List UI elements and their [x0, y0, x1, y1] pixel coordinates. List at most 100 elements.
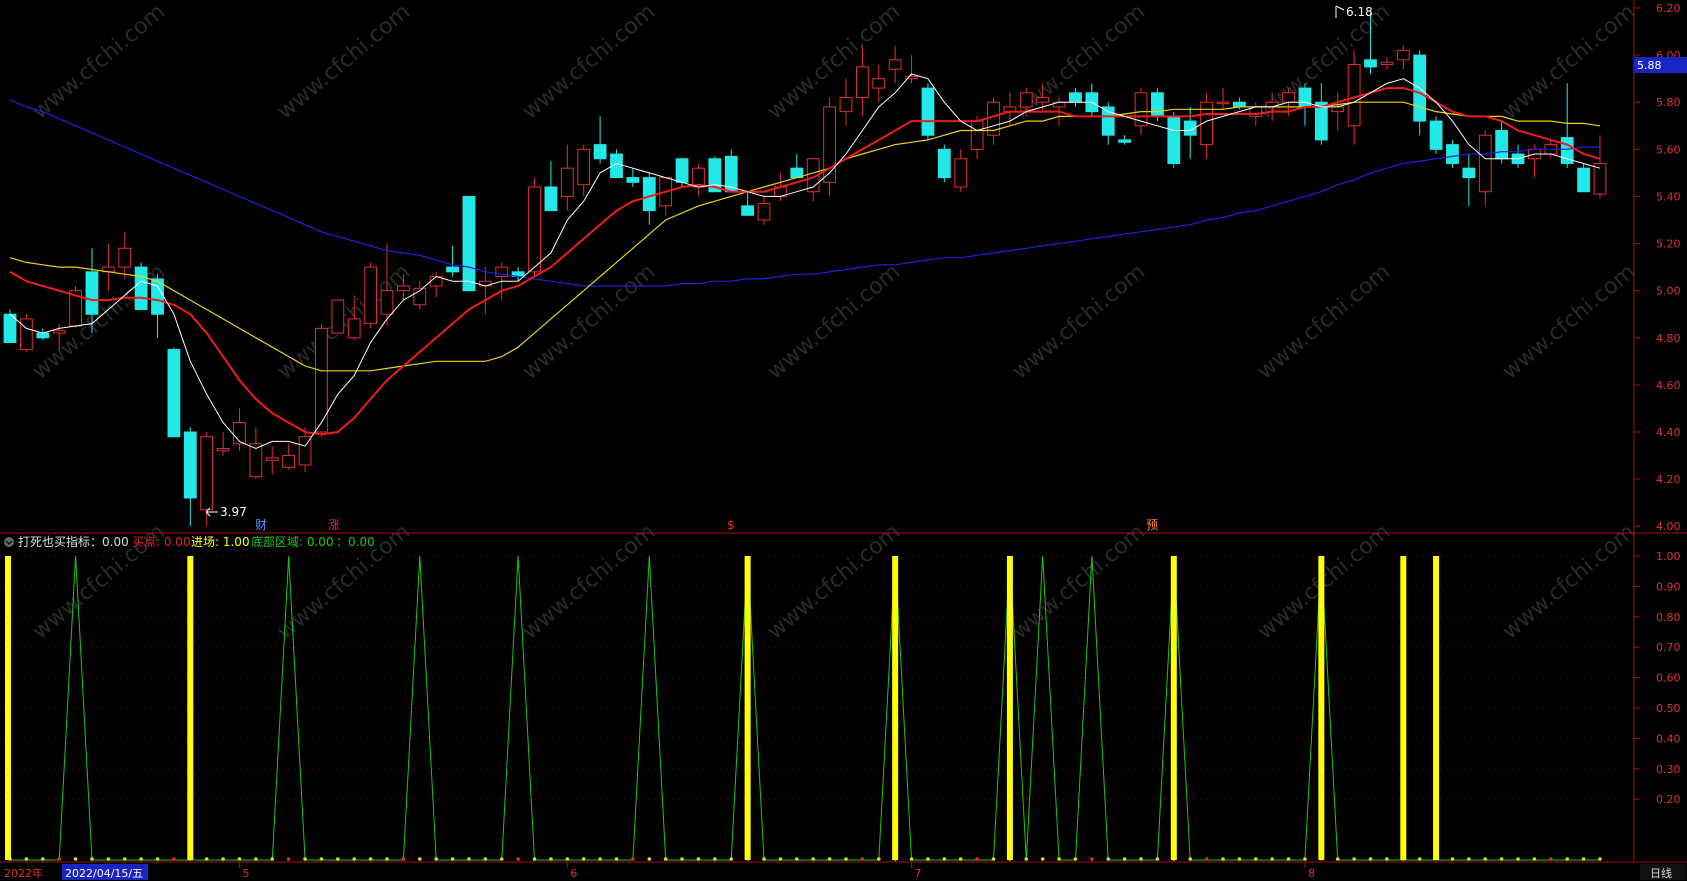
baseline-dot — [106, 857, 111, 861]
candle-up — [888, 59, 902, 70]
baseline-dot — [1581, 857, 1586, 861]
candle-up — [855, 66, 869, 99]
indicator-tick-label: 0.60 — [1656, 672, 1681, 685]
baseline-dot — [958, 857, 963, 861]
baseline-dot — [122, 857, 127, 861]
baseline-dot — [1204, 857, 1209, 861]
baseline-dot — [663, 857, 668, 861]
indicator-tick-label: 0.90 — [1656, 580, 1681, 593]
extra-value-label: ：0.00 — [336, 535, 375, 549]
baseline-dot — [565, 857, 570, 861]
baseline-dot — [90, 857, 94, 861]
baseline-dot — [1040, 857, 1045, 861]
baseline-dot — [254, 857, 258, 861]
candle-down — [593, 144, 607, 160]
candle-down — [36, 332, 50, 339]
event-marker-forecast[interactable]: 预 — [1146, 518, 1158, 532]
indicator-tick-label: 0.50 — [1656, 702, 1681, 715]
event-marker-finance[interactable]: 财 — [255, 518, 267, 532]
baseline-dot — [1385, 857, 1389, 861]
baseline-dot — [368, 857, 373, 861]
candle-up — [1216, 101, 1230, 105]
candle-down — [1151, 92, 1164, 117]
candle-up — [1396, 49, 1410, 61]
indicator-title: 打死也买指标：0.00 — [18, 534, 129, 549]
baseline-dot — [1057, 857, 1061, 861]
baseline-dot — [1237, 857, 1242, 861]
entry-signal-bar — [1170, 556, 1177, 860]
baseline-dot — [991, 857, 996, 861]
baseline-dot — [1155, 857, 1160, 861]
high-label: 6.18 — [1346, 5, 1373, 19]
indicator-tick-label: 0.40 — [1656, 732, 1681, 745]
candle-up — [118, 247, 132, 268]
baseline-dot — [844, 857, 848, 861]
candle-down — [642, 177, 656, 212]
baseline-dot — [73, 857, 78, 861]
baseline-dot — [631, 857, 635, 861]
baseline-dot — [647, 857, 652, 861]
candle-up — [839, 97, 853, 113]
event-marker-dollar[interactable]: $ — [727, 518, 735, 532]
baseline-dot — [516, 857, 520, 861]
event-marker-rise[interactable]: 涨 — [328, 517, 340, 532]
indicator-tick-label: 0.70 — [1656, 641, 1681, 654]
candle-down — [446, 266, 459, 273]
baseline-dot — [385, 857, 389, 861]
candle-down — [937, 148, 951, 179]
candle-down — [3, 313, 17, 343]
baseline-dot — [827, 857, 832, 861]
month-label: 8 — [1308, 867, 1315, 880]
baseline-dot — [483, 857, 488, 861]
bottom-zone-label: 底部区域: 0.00 — [251, 534, 334, 549]
baseline-dot — [270, 857, 275, 861]
candle-down — [675, 158, 689, 183]
candle-up — [1019, 92, 1033, 108]
candle-down — [1364, 59, 1377, 68]
candle-up — [970, 120, 984, 150]
candle-up — [528, 186, 541, 273]
low-label: 3.97 — [220, 505, 247, 519]
baseline-dot — [975, 857, 979, 861]
baseline-dot — [1467, 857, 1471, 861]
price-tick-label: 6.20 — [1656, 2, 1681, 15]
candle-down — [167, 349, 181, 438]
period-button[interactable]: 日线 — [1650, 866, 1672, 880]
baseline-dot — [40, 857, 45, 861]
entry-signal-bar — [187, 556, 194, 860]
candle-down — [921, 87, 935, 136]
price-tick-label: 5.60 — [1656, 143, 1681, 156]
baseline-dot — [24, 857, 29, 861]
price-tick-label: 4.60 — [1656, 379, 1681, 392]
candle-up — [19, 318, 33, 351]
baseline-dot — [1106, 857, 1111, 861]
candle-down — [1429, 120, 1443, 150]
baseline-dot — [762, 857, 766, 861]
price-tick-label: 5.80 — [1656, 96, 1681, 109]
candle-up — [397, 285, 410, 292]
baseline-dot — [1352, 857, 1356, 861]
baseline-dot — [237, 857, 242, 861]
baseline-dot — [336, 857, 340, 861]
baseline-dot — [1368, 857, 1373, 861]
entry-signal-bar — [1400, 556, 1407, 860]
candle-up — [265, 457, 279, 461]
candle-down — [1462, 167, 1476, 179]
baseline-dot — [713, 857, 717, 861]
candle-up — [216, 447, 230, 452]
stock-chart: www.cfchi.com www.cfchi.com www.cfchi.com w… — [0, 0, 1687, 881]
baseline-dot — [1499, 857, 1504, 861]
baseline-dot — [876, 857, 881, 861]
indicator-menu-icon[interactable] — [4, 537, 14, 547]
baseline-dot — [155, 857, 160, 861]
indicator-tick-label: 0.30 — [1656, 763, 1681, 776]
entry-signal-bar — [1433, 556, 1440, 860]
baseline-dot — [434, 857, 438, 861]
candle-down — [85, 271, 99, 315]
baseline-dot — [352, 857, 357, 861]
month-label: 6 — [570, 867, 577, 880]
candle-down — [1495, 129, 1509, 160]
baseline-dot — [1286, 857, 1291, 861]
indicator-tick-label: 0.80 — [1656, 611, 1681, 624]
baseline-dot — [499, 857, 504, 861]
